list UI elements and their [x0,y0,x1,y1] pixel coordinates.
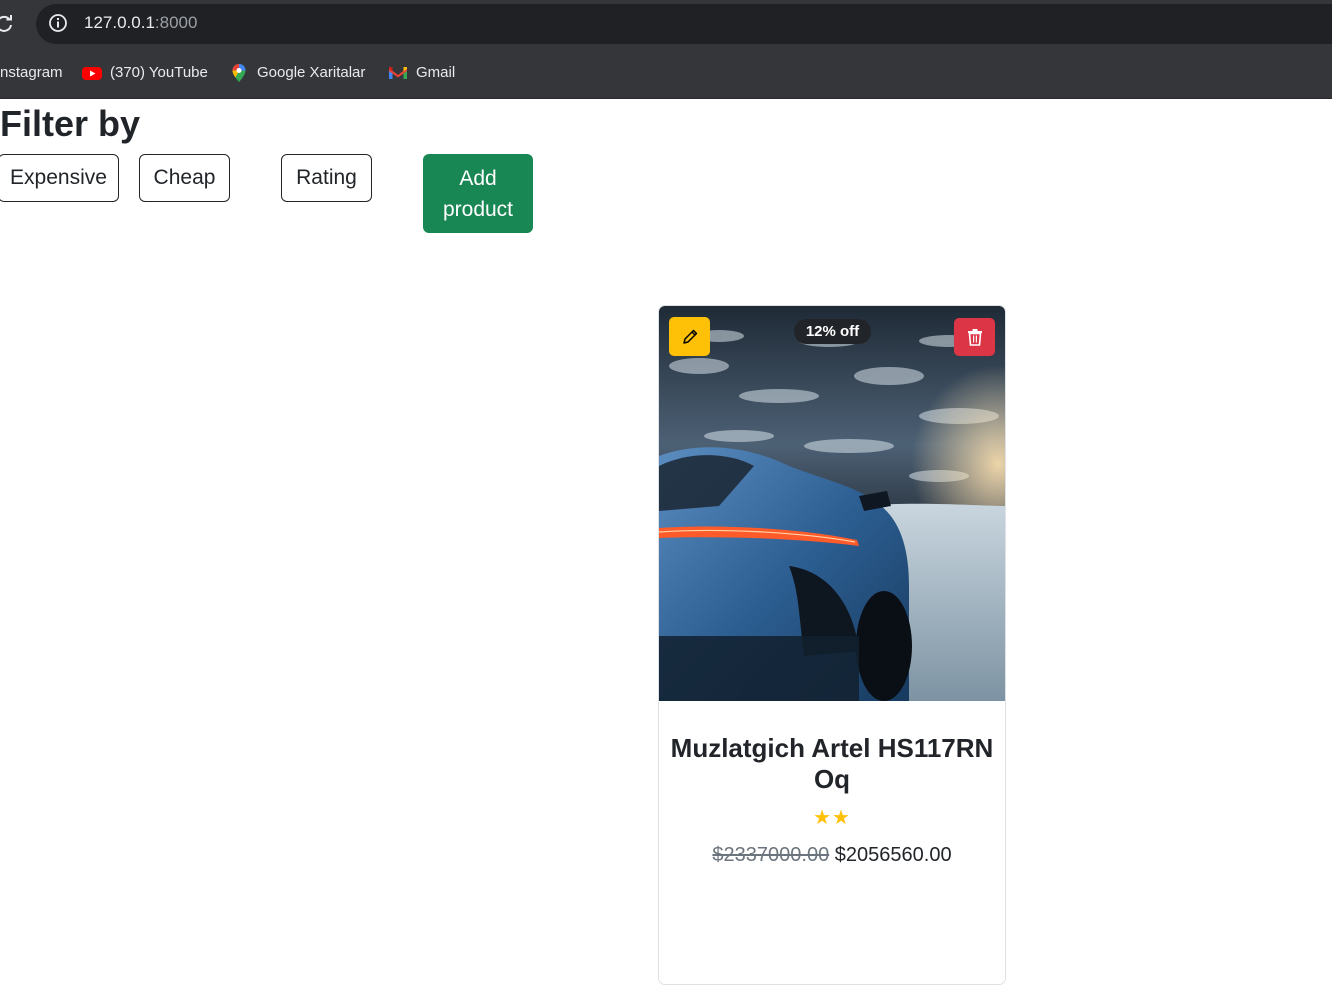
gmail-icon [389,66,407,79]
bookmark-youtube[interactable]: (370) YouTube [82,46,208,99]
url-port: :8000 [154,13,198,32]
discount-badge: 12% off [794,319,871,344]
bookmark-label: Google Xaritalar [257,64,366,81]
product-image[interactable] [659,306,1005,701]
url-host: 127.0.0.1 [84,13,155,32]
filter-rating-button[interactable]: Rating [281,154,372,202]
site-info-icon[interactable] [48,13,68,33]
price-row: $2337000.00 $2056560.00 [659,844,1005,867]
rating-stars: ★★ [813,807,851,829]
page-title: Filter by [0,103,141,144]
edit-button[interactable] [669,317,710,356]
filter-expensive-button[interactable]: Expensive [0,154,119,202]
filter-cheap-button[interactable]: Cheap [139,154,230,202]
bookmark-label: nstagram [0,64,63,81]
bookmark-instagram[interactable]: nstagram [0,46,63,99]
delete-button[interactable] [954,318,995,356]
new-price: $2056560.00 [834,844,952,866]
old-price: $2337000.00 [712,844,830,866]
youtube-icon [82,66,102,80]
bookmark-label: (370) YouTube [110,64,208,81]
google-maps-icon [232,63,246,82]
address-bar[interactable] [36,4,1332,44]
url-text[interactable]: 127.0.0.1:8000 [84,12,197,34]
add-product-button[interactable]: Add product [423,154,533,233]
browser-toolbar: 127.0.0.1:8000 [0,0,1332,46]
pencil-icon [682,329,697,344]
trash-icon [967,329,982,346]
reload-icon[interactable] [0,13,14,33]
product-card: 12% off Muzlatgich Artel HS117RN Oq ★★ $… [658,305,1006,985]
bookmark-label: Gmail [416,64,456,81]
bookmark-gmail[interactable]: Gmail [388,46,455,99]
bookmark-google-maps[interactable]: Google Xaritalar [229,46,365,99]
product-title: Muzlatgich Artel HS117RN Oq [670,733,994,794]
bookmarks-bar: nstagram (370) YouTube Google Xaritalar … [0,46,1332,99]
